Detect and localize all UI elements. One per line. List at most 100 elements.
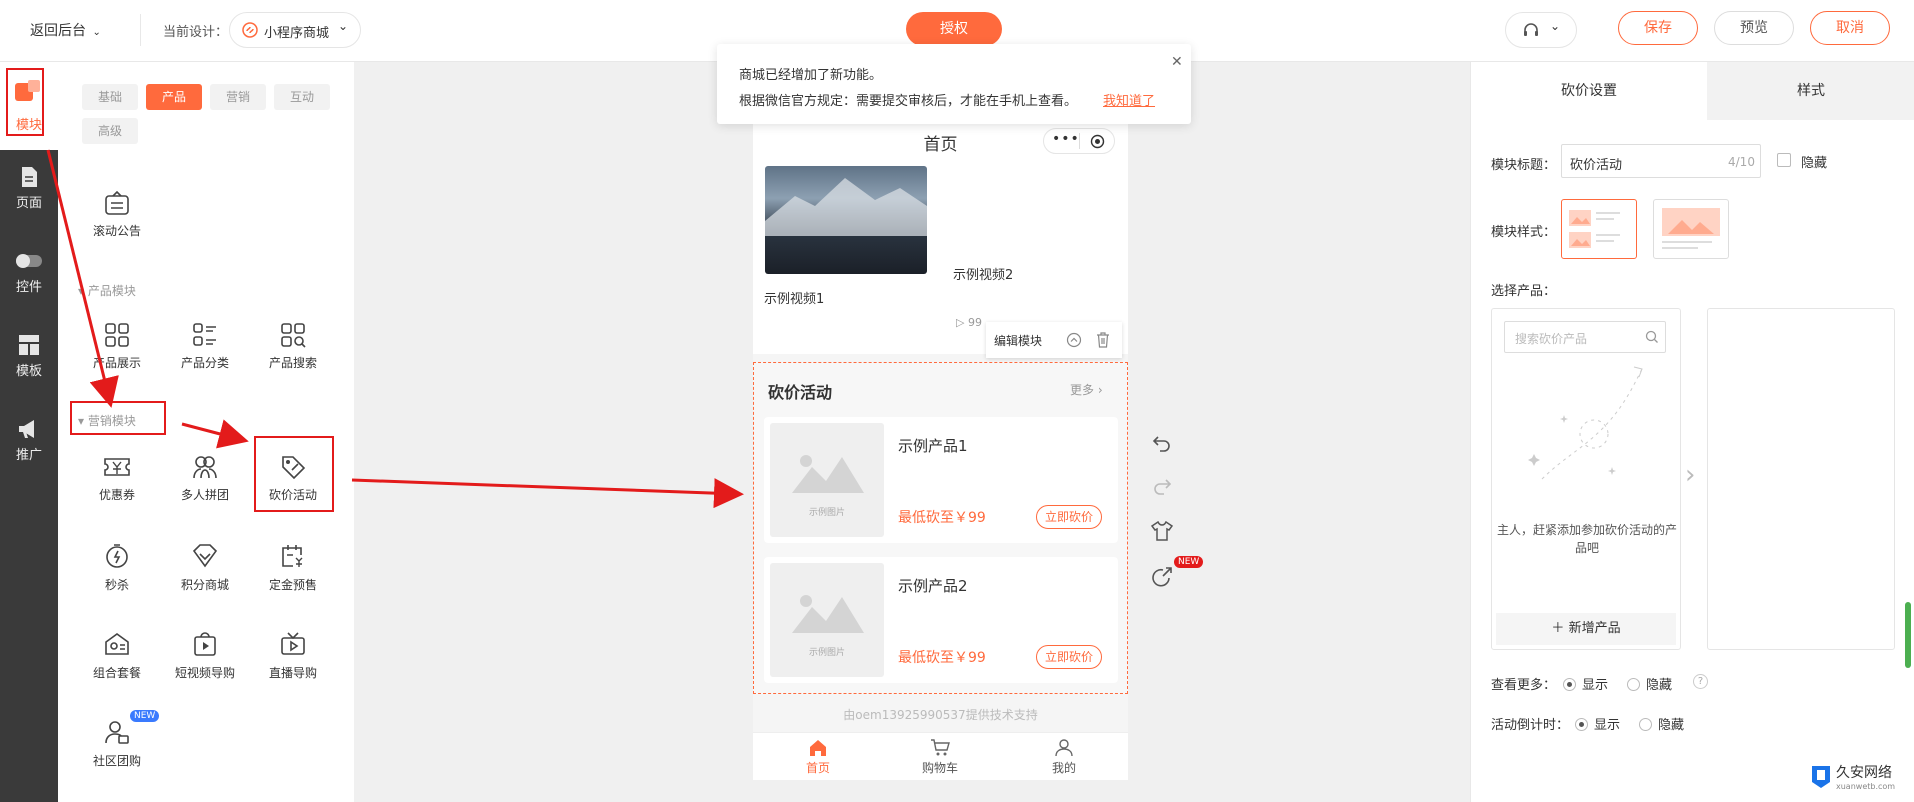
module-live[interactable]: 直播导购 bbox=[258, 630, 328, 681]
module-presale[interactable]: 定金预售 bbox=[258, 542, 328, 593]
more-show-radio[interactable]: 显示 bbox=[1563, 674, 1608, 693]
current-design-label: 当前设计： bbox=[163, 25, 229, 40]
module-short-video[interactable]: 短视频导购 bbox=[170, 630, 240, 681]
edit-module-button[interactable]: 编辑模块 bbox=[994, 332, 1042, 349]
design-selector[interactable]: 小程序商城 ⌄ bbox=[229, 12, 361, 48]
product-card[interactable]: 示例图片 示例产品1 最低砍至￥99 立即砍价 bbox=[764, 417, 1118, 543]
module-product-display[interactable]: 产品展示 bbox=[82, 322, 152, 371]
theme-shirt-icon[interactable] bbox=[1151, 521, 1173, 541]
preview-button[interactable]: 预览 bbox=[1714, 11, 1794, 45]
nav-label: 我的 bbox=[1051, 761, 1076, 775]
tab-basic[interactable]: 基础 bbox=[82, 84, 138, 110]
rail-label: 模板 bbox=[15, 364, 42, 379]
scrollbar[interactable] bbox=[1905, 602, 1911, 668]
rail-item-pages[interactable]: 页面 bbox=[0, 166, 58, 211]
add-product-button[interactable]: ＋ 新增产品 bbox=[1496, 613, 1676, 645]
module-group-buy[interactable]: 多人拼团 bbox=[170, 454, 240, 503]
hide-title-checkbox[interactable] bbox=[1777, 153, 1791, 167]
module-label: 社区团购 bbox=[92, 754, 141, 768]
tab-advanced[interactable]: 高级 bbox=[82, 118, 138, 144]
more-link[interactable]: 更多 › bbox=[1070, 381, 1103, 398]
close-icon[interactable]: ✕ bbox=[1171, 54, 1183, 70]
module-panel: 基础 产品 营销 互动 高级 滚动公告 ▾ 产品模块 产品展示 产品分类 产品搜… bbox=[58, 62, 354, 802]
module-combo[interactable]: 组合套餐 bbox=[82, 630, 152, 681]
module-label: 产品搜索 bbox=[268, 356, 317, 370]
annotation-box bbox=[254, 436, 334, 512]
rail-item-promotion[interactable]: 推广 bbox=[0, 418, 58, 463]
title-label: 模块标题： bbox=[1491, 158, 1557, 173]
play-count: ▷ 99 bbox=[956, 316, 982, 329]
more-hide-radio[interactable]: 隐藏 bbox=[1627, 674, 1672, 693]
nav-label: 购物车 bbox=[921, 761, 958, 775]
product-selected-list bbox=[1707, 308, 1895, 650]
play-count-value: 99 bbox=[967, 316, 982, 329]
tab-marketing[interactable]: 营销 bbox=[210, 84, 266, 110]
got-it-link[interactable]: 我知道了 bbox=[1103, 90, 1155, 109]
product-name: 示例产品1 bbox=[898, 437, 968, 455]
module-product-category[interactable]: 产品分类 bbox=[170, 322, 240, 371]
tab-style[interactable]: 样式 bbox=[1707, 62, 1914, 120]
trash-icon[interactable] bbox=[1096, 332, 1110, 348]
move-up-icon[interactable] bbox=[1066, 332, 1082, 348]
style-option-list[interactable] bbox=[1561, 199, 1637, 259]
module-points-mall[interactable]: 积分商城 bbox=[170, 542, 240, 593]
video-thumbnail[interactable] bbox=[765, 166, 927, 274]
watermark-logo bbox=[1812, 766, 1830, 788]
share-icon[interactable] bbox=[1151, 566, 1173, 588]
chevron-down-icon: ⌄ bbox=[1550, 19, 1561, 33]
undo-icon[interactable] bbox=[1152, 434, 1172, 452]
package-icon bbox=[105, 633, 129, 655]
chevron-down-icon: ⌄ bbox=[92, 27, 101, 38]
capsule-button[interactable]: ••• bbox=[1043, 128, 1115, 154]
authorize-button[interactable]: 授权 bbox=[906, 12, 1002, 46]
large-style-icon bbox=[1662, 208, 1720, 249]
module-coupon[interactable]: 优惠券 bbox=[82, 454, 152, 503]
countdown-hide-radio[interactable]: 隐藏 bbox=[1639, 714, 1684, 733]
redo-icon[interactable] bbox=[1152, 477, 1172, 495]
video-title-2: 示例视频2 bbox=[953, 268, 1014, 283]
countdown-label: 活动倒计时： bbox=[1491, 718, 1570, 733]
notice-icon bbox=[105, 190, 129, 215]
module-label: 产品分类 bbox=[180, 356, 229, 370]
module-product-search[interactable]: 产品搜索 bbox=[258, 322, 328, 371]
annotation-box bbox=[70, 401, 166, 435]
bargain-module[interactable]: 砍价活动 更多 › 示例图片 示例产品1 最低砍至￥99 立即砍价 示例图片 示… bbox=[753, 362, 1128, 694]
tab-interaction[interactable]: 互动 bbox=[274, 84, 330, 110]
product-card[interactable]: 示例图片 示例产品2 最低砍至￥99 立即砍价 bbox=[764, 557, 1118, 683]
bargain-now-button[interactable]: 立即砍价 bbox=[1036, 645, 1102, 669]
module-flash-sale[interactable]: 秒杀 bbox=[82, 542, 152, 593]
bargain-now-button[interactable]: 立即砍价 bbox=[1036, 505, 1102, 529]
tab-bargain-settings[interactable]: 砍价设置 bbox=[1471, 62, 1707, 120]
module-label: 短视频导购 bbox=[174, 666, 235, 680]
radio-label: 显示 bbox=[1594, 718, 1621, 733]
watermark-url: xuanwetb.com bbox=[1836, 782, 1896, 791]
grid-icon bbox=[105, 323, 129, 347]
module-toolbar: 编辑模块 bbox=[986, 322, 1122, 358]
radio-label: 隐藏 bbox=[1658, 718, 1685, 733]
megaphone-icon bbox=[0, 418, 58, 440]
nav-profile[interactable]: 我的 bbox=[1039, 739, 1089, 776]
help-icon[interactable]: ? bbox=[1693, 674, 1708, 689]
char-count: 4/10 bbox=[1728, 155, 1755, 169]
back-to-admin-button[interactable]: 返回后台 ⌄ bbox=[30, 20, 101, 40]
module-title-input[interactable]: 砍价活动 4/10 bbox=[1561, 144, 1761, 178]
chevron-right-icon[interactable]: › bbox=[1685, 460, 1695, 490]
countdown-show-radio[interactable]: 显示 bbox=[1575, 714, 1620, 733]
phone-header: 首页 ••• bbox=[753, 120, 1128, 164]
nav-home[interactable]: 首页 bbox=[793, 739, 843, 776]
module-scroll-notice[interactable]: 滚动公告 bbox=[82, 190, 152, 239]
cancel-button[interactable]: 取消 bbox=[1810, 11, 1890, 45]
module-community-buy[interactable]: 社区团购 bbox=[82, 718, 152, 769]
section-product-header[interactable]: ▾ 产品模块 bbox=[78, 282, 136, 299]
save-button[interactable]: 保存 bbox=[1618, 11, 1698, 45]
rail-item-templates[interactable]: 模板 bbox=[0, 334, 58, 379]
design-name: 小程序商城 bbox=[264, 26, 330, 41]
nav-cart[interactable]: 购物车 bbox=[915, 739, 965, 776]
rail-item-controls[interactable]: 控件 bbox=[0, 252, 58, 295]
product-search-input[interactable]: 搜索砍价产品 bbox=[1504, 321, 1666, 353]
customer-service-button[interactable]: ⌄ bbox=[1505, 12, 1577, 48]
tab-product[interactable]: 产品 bbox=[146, 84, 202, 110]
image-label: 示例图片 bbox=[808, 648, 845, 658]
calendar-yen-icon bbox=[282, 545, 303, 567]
style-option-large[interactable] bbox=[1653, 199, 1729, 259]
